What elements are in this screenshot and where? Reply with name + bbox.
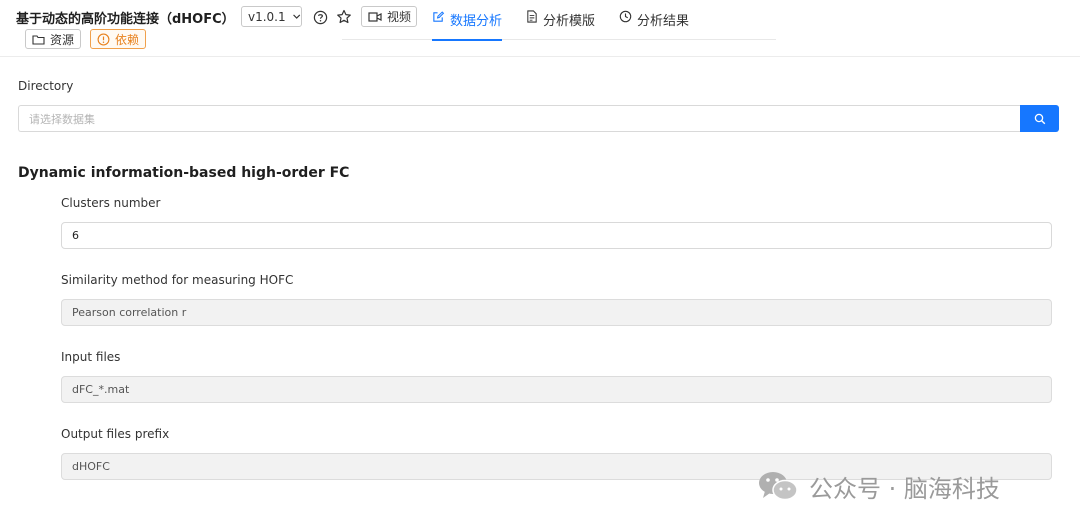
directory-input[interactable]: 请选择数据集 [18, 105, 1021, 132]
help-icon[interactable] [311, 8, 329, 26]
top-header: 基于动态的高阶功能连接（dHOFC） v1.0.1 视频 资源 依赖 数据分析 … [0, 0, 1080, 57]
dependencies-button[interactable]: 依赖 [90, 29, 147, 49]
tab-label: 分析结果 [637, 14, 690, 29]
section-title: Dynamic information-based high-order FC [18, 165, 350, 181]
folder-icon [32, 34, 45, 45]
tab-data-analysis[interactable]: 数据分析 [432, 10, 503, 41]
input-files-label: Input files [61, 350, 121, 364]
clusters-number-input[interactable]: 6 [61, 222, 1052, 249]
warning-icon [97, 33, 110, 45]
app-title: 基于动态的高阶功能连接（dHOFC） [16, 12, 235, 27]
resources-label: 资源 [50, 32, 75, 47]
clock-icon [619, 10, 632, 23]
dependencies-label: 依赖 [115, 32, 140, 47]
version-select[interactable]: v1.0.1 [241, 6, 302, 27]
search-icon [1034, 113, 1045, 124]
similarity-method-field: Pearson correlation r [61, 299, 1052, 326]
resources-button[interactable]: 资源 [25, 29, 82, 49]
clusters-number-label: Clusters number [61, 196, 161, 210]
watermark: 公众号 · 脑海科技 [757, 467, 1000, 505]
input-files-field: dFC_*.mat [61, 376, 1052, 403]
chevron-down-icon [292, 14, 300, 19]
tab-label: 分析模版 [543, 14, 596, 29]
tab-analysis-templates[interactable]: 分析模版 [526, 10, 595, 40]
tab-label: 数据分析 [450, 14, 503, 29]
directory-label: Directory [18, 79, 74, 93]
version-value: v1.0.1 [248, 9, 286, 24]
edit-icon [433, 11, 445, 22]
similarity-method-label: Similarity method for measuring HOFC [61, 273, 294, 287]
wechat-icon [759, 472, 798, 501]
directory-search-button[interactable] [1020, 105, 1059, 132]
tab-analysis-results[interactable]: 分析结果 [619, 10, 689, 40]
tab-bar: 数据分析 分析模版 分析结果 [342, 0, 776, 41]
file-icon [527, 10, 537, 23]
output-prefix-label: Output files prefix [61, 427, 170, 441]
watermark-text: 公众号 · 脑海科技 [809, 474, 1000, 503]
